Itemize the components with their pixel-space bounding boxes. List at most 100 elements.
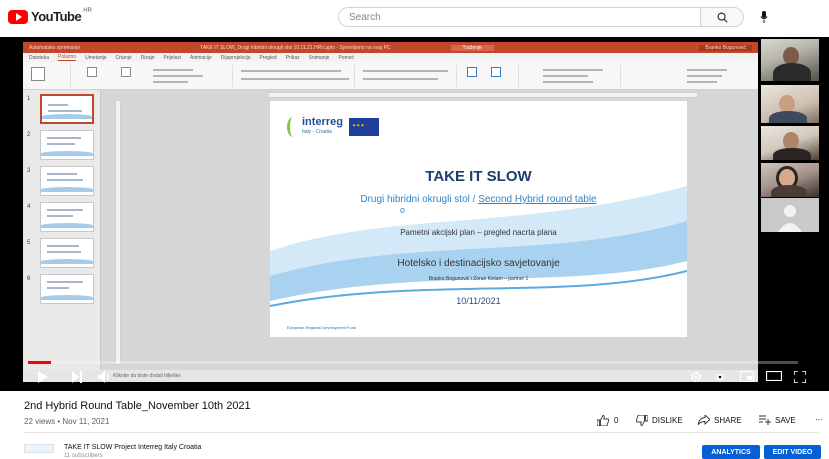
ppt-menu-item: Snimanje: [308, 54, 330, 61]
ribbon-group-drawing: [459, 65, 519, 87]
search-button[interactable]: [700, 7, 744, 27]
video-title: 2nd Hybrid Round Table_November 10th 202…: [24, 400, 251, 412]
gear-icon[interactable]: [714, 371, 726, 383]
participant-video-3: [761, 126, 819, 160]
ribbon-group-clipboard: [25, 65, 71, 87]
thumbs-up-icon: [597, 415, 609, 426]
thumb-number: 5: [27, 240, 31, 246]
thumb-number: 6: [27, 276, 31, 282]
channel-name[interactable]: TAKE IT SLOW Project Interreg Italy Croa…: [64, 444, 201, 451]
next-icon[interactable]: [72, 371, 82, 383]
ppt-workspace: 1 2 3 4 5 6 interreg Italy - Croatia ✦✦✦…: [23, 90, 758, 370]
search-input[interactable]: Search: [338, 7, 700, 27]
thumbs-down-icon: [636, 415, 648, 426]
video-progress-bar[interactable]: [28, 361, 798, 364]
ppt-menu-item: Pomoć: [338, 54, 355, 61]
fullscreen-icon[interactable]: [794, 371, 806, 383]
participant-video-4: [761, 163, 819, 197]
channel-avatar[interactable]: [24, 444, 54, 453]
slide-thumbnail-pane: 1 2 3 4 5 6: [23, 90, 101, 370]
ppt-menu-item: Prijelazi: [163, 54, 182, 61]
subscriber-count: 11 subscribers: [64, 453, 103, 459]
interreg-swirl-icon: [287, 117, 299, 137]
thumb-number: 1: [27, 96, 31, 102]
theater-mode-icon[interactable]: [766, 371, 782, 381]
microphone-icon: [760, 11, 768, 23]
view-count: 22 views: [24, 417, 56, 426]
ppt-ribbon: [23, 62, 758, 90]
save-label: SAVE: [775, 415, 796, 425]
slide-line-plan: Pametni akcijski plan – pregled nacrta p…: [400, 228, 557, 237]
analytics-button[interactable]: ANALYTICS: [702, 445, 760, 459]
save-button[interactable]: SAVE: [759, 415, 796, 425]
ppt-menu-item: Pregled: [259, 54, 277, 61]
top-bar: YouTube HR Search: [0, 0, 829, 34]
volume-icon[interactable]: [98, 371, 110, 383]
ppt-document-title: TAKE IT SLOW_Drugi hibridni okrugli stol…: [200, 44, 391, 51]
like-button[interactable]: 0: [597, 415, 618, 426]
ppt-search-box: Traženje: [450, 44, 494, 51]
logo-text: YouTube: [31, 9, 82, 24]
video-progress-fill: [28, 361, 52, 364]
participant-video-5: [761, 198, 819, 232]
dislike-label: DISLIKE: [652, 416, 683, 425]
interreg-logo: interreg Italy - Croatia: [287, 117, 379, 137]
more-actions-button[interactable]: ···: [815, 415, 823, 424]
voice-search-button[interactable]: [754, 7, 774, 27]
slide-thumbnail: [40, 202, 94, 232]
ribbon-group-font: [235, 65, 355, 87]
slide-subtitle: Drugi hibridni okrugli stol / Second Hyb…: [270, 194, 687, 205]
current-slide: interreg Italy - Croatia TAKE IT SLOW Dr…: [270, 101, 687, 337]
slide-thumbnail: [40, 130, 94, 160]
region-code: HR: [83, 7, 92, 14]
ppt-menu-item: Dijaprojekcija: [220, 54, 251, 61]
slide-thumbnail: [40, 166, 94, 196]
playlist-add-icon: [759, 415, 771, 425]
slide-thumbnail: [40, 274, 94, 304]
ppt-menu-item: Animacije: [190, 54, 212, 61]
miniplayer-icon[interactable]: [740, 371, 754, 382]
ribbon-group-editing: [679, 65, 755, 87]
dislike-button[interactable]: DISLIKE: [636, 415, 683, 426]
ppt-menu-item: Dizajn: [140, 54, 155, 61]
thumb-number: 2: [27, 132, 31, 138]
ppt-title-bar: Automatsko spremanje TAKE IT SLOW_Drugi …: [23, 42, 758, 53]
slide-title: TAKE IT SLOW: [425, 168, 532, 185]
ppt-menu-item-active: Polazno: [58, 54, 77, 61]
player-controls: [0, 367, 829, 389]
ppt-menu-item: Crtanje: [115, 54, 132, 61]
play-icon[interactable]: [38, 371, 48, 383]
share-label: SHARE: [714, 415, 742, 425]
slide-footer: European Regional Development Fund: [287, 325, 357, 330]
ribbon-group-slides: [73, 65, 233, 87]
vertical-ruler: [115, 100, 121, 365]
youtube-play-icon: [8, 9, 28, 24]
edit-video-button[interactable]: EDIT VIDEO: [764, 445, 821, 459]
ppt-menu-item: Umetanje: [85, 54, 107, 61]
search-icon: [717, 12, 728, 23]
share-button[interactable]: SHARE: [698, 415, 742, 425]
ppt-menu-item: Datoteka: [29, 54, 50, 61]
shared-powerpoint-window: Automatsko spremanje TAKE IT SLOW_Drugi …: [23, 42, 758, 382]
youtube-logo[interactable]: YouTube HR: [8, 7, 92, 24]
settings-icon[interactable]: [690, 371, 702, 383]
slide-thumbnail: [40, 238, 94, 268]
subtitle-hr: Drugi hibridni okrugli stol /: [360, 194, 479, 205]
default-avatar-icon: [778, 205, 802, 232]
like-count: 0: [614, 416, 619, 425]
ribbon-group-paragraph: [357, 65, 457, 87]
video-player[interactable]: Automatsko spremanje TAKE IT SLOW_Drugi …: [0, 37, 829, 391]
divider: [24, 432, 819, 433]
upload-date: Nov 11, 2021: [62, 417, 110, 426]
slide-line-consulting: Hotelsko i destinacijsko savjetovanje: [397, 258, 560, 269]
eu-flag-icon: [348, 118, 379, 136]
ppt-user-name: Branko Bogunović: [699, 44, 752, 51]
subtitle-en: Second Hybrid round table: [478, 194, 597, 205]
reuse-slide-icon: [121, 67, 131, 77]
new-slide-icon: [87, 67, 97, 77]
thumb-number: 3: [27, 168, 31, 174]
share-icon: [698, 415, 710, 425]
slide-thumbnail-selected: [40, 94, 94, 124]
ppt-menu-item: Prikaz: [285, 54, 300, 61]
logo-sub-text: Italy - Croatia: [302, 129, 332, 135]
